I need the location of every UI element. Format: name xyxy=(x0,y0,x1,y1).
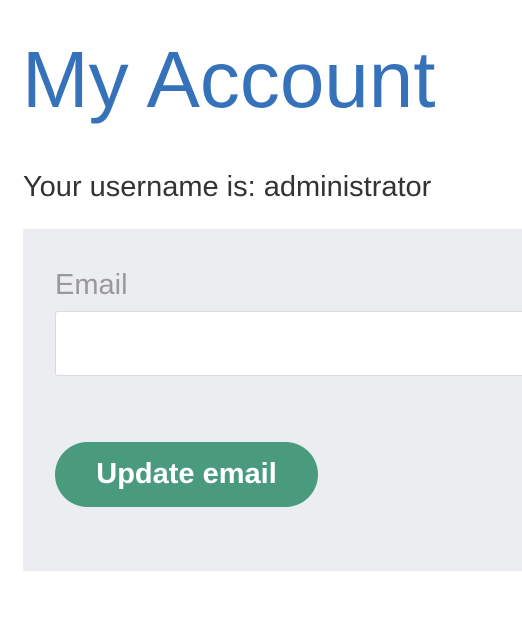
page-title: My Account xyxy=(22,35,436,124)
email-label: Email xyxy=(55,269,128,301)
update-email-form: Email Update email xyxy=(23,229,522,571)
username-text: Your username is: administrator xyxy=(23,171,432,203)
my-account-page: My Account Your username is: administrat… xyxy=(0,0,522,632)
update-email-button[interactable]: Update email xyxy=(55,442,318,507)
email-field[interactable] xyxy=(55,311,522,376)
